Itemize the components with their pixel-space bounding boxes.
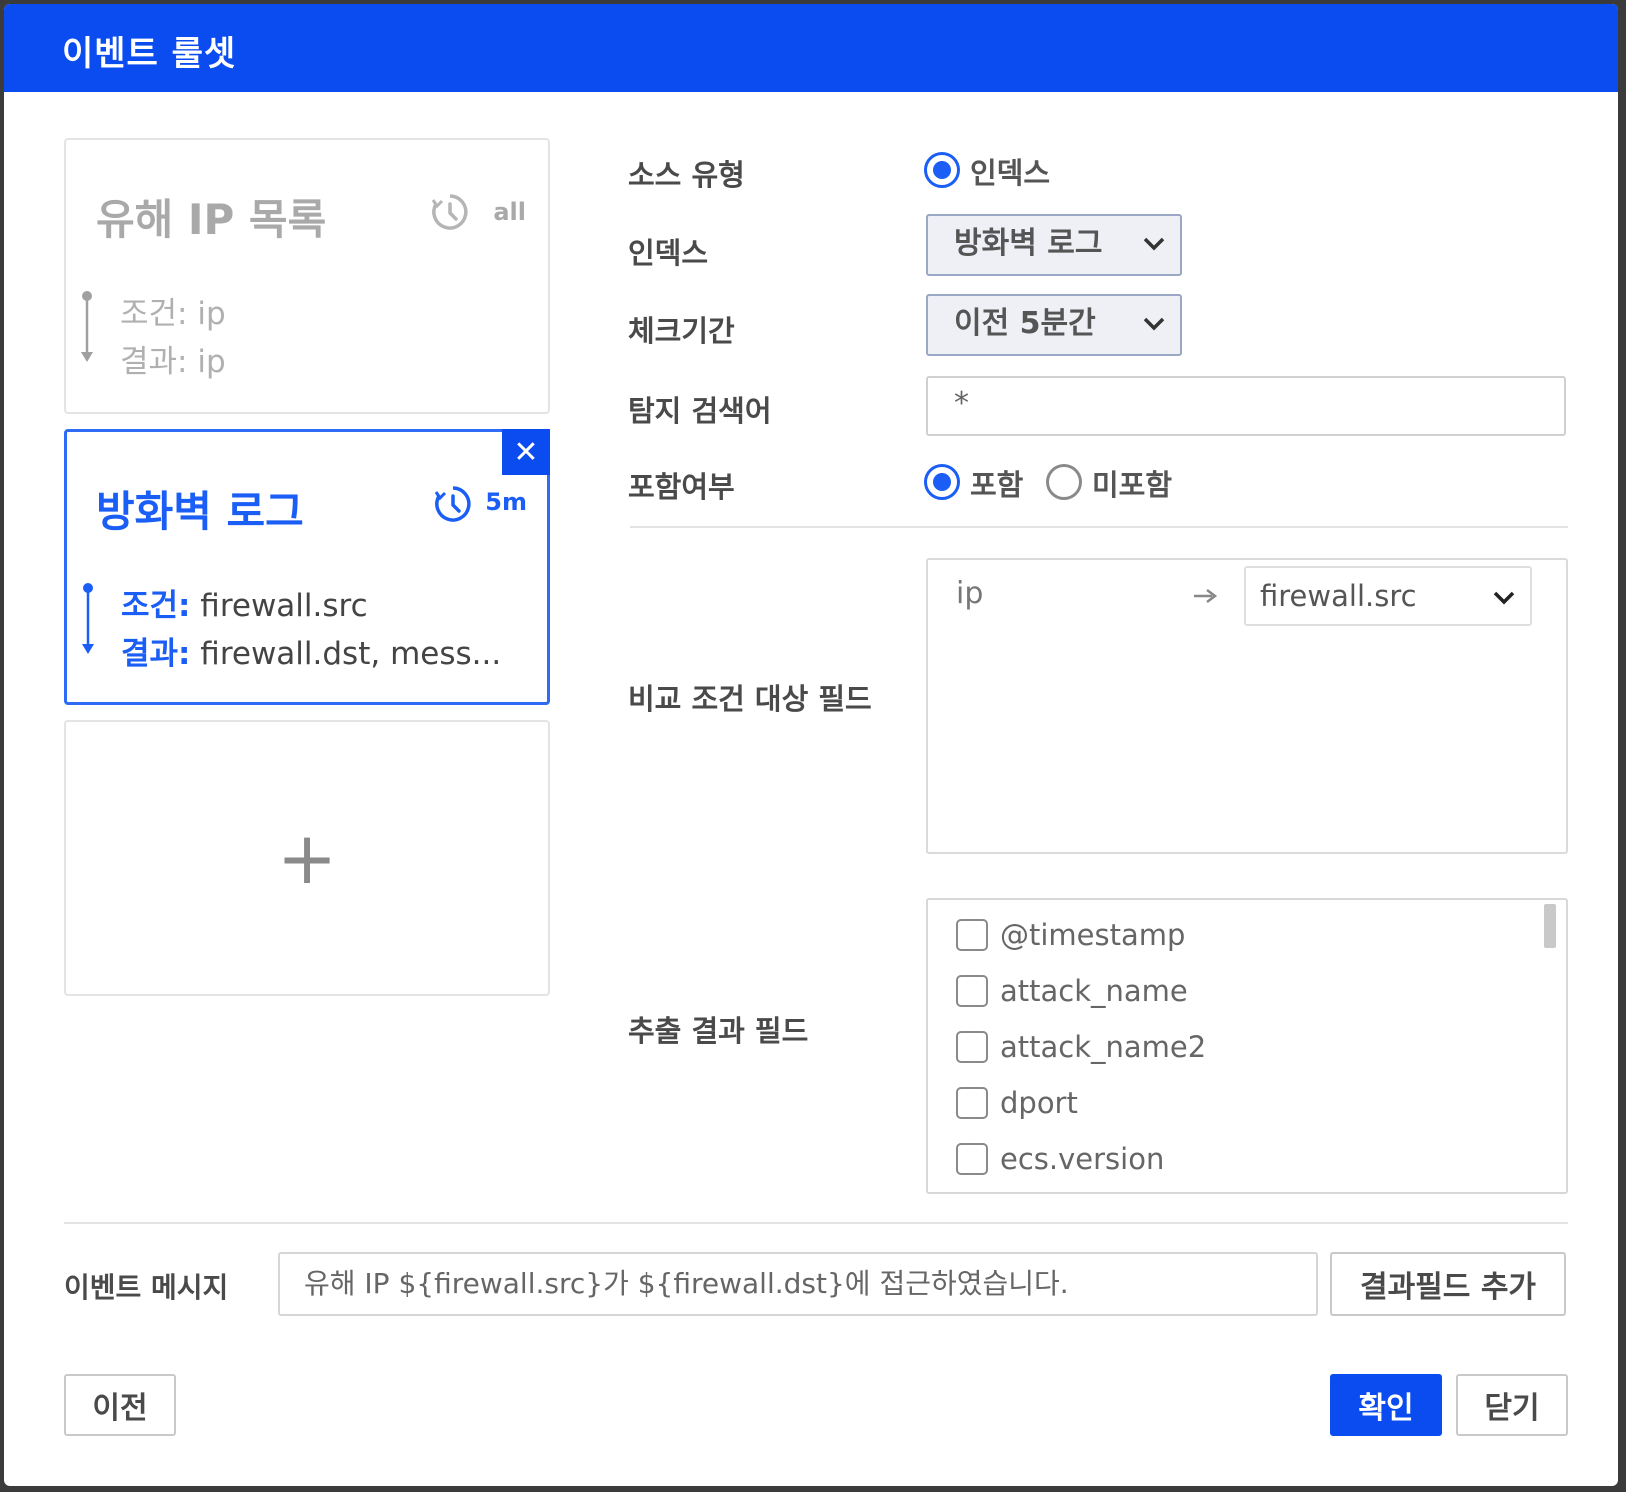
check-period-label: 체크기간 [628, 314, 735, 348]
clock-icon [434, 486, 471, 522]
plus-icon: + [276, 816, 338, 900]
dialog-title: 이벤트 룰셋 [62, 34, 237, 74]
check-period-select-value: 이전 5분간 [954, 306, 1096, 341]
arrow-right-icon [1194, 589, 1218, 603]
field-checkbox[interactable] [956, 1143, 988, 1175]
exclude-radio-label: 미포함 [1092, 468, 1173, 502]
event-ruleset-dialog: 이벤트 룰셋 유해 IP 목록 all 조건: ip 결과: ip ✕ 방화벽 … [4, 4, 1618, 1486]
index-select-value: 방화벽 로그 [954, 226, 1103, 261]
clock-icon [431, 194, 468, 230]
close-icon[interactable]: ✕ [502, 429, 550, 475]
event-message-input[interactable]: 유해 IP ${firewall.src}가 ${firewall.dst}에 … [278, 1252, 1318, 1316]
event-message-label: 이벤트 메시지 [64, 1271, 229, 1304]
rule-card-period: all [493, 198, 526, 226]
rule-card-title: 방화벽 로그 [96, 487, 304, 536]
rule-card-result: 결과: firewall.dst, mess... [121, 636, 502, 672]
include-radio-label: 포함 [970, 468, 1024, 502]
rule-card-harmful-ip[interactable]: 유해 IP 목록 all 조건: ip 결과: ip [64, 138, 550, 414]
relation-arrow-icon [81, 291, 93, 362]
rule-card-condition: 조건: ip [120, 296, 226, 332]
check-period-select[interactable]: 이전 5분간 [926, 294, 1182, 356]
compare-target-value: firewall.src [1260, 579, 1417, 613]
field-checkbox[interactable] [956, 975, 988, 1007]
list-item[interactable]: attack_name [956, 974, 1188, 1008]
rule-card-result: 결과: ip [120, 344, 226, 380]
list-item[interactable]: ecs.version [956, 1142, 1164, 1176]
message-divider [64, 1222, 1568, 1224]
form-divider [630, 526, 1568, 528]
rule-card-period: 5m [485, 488, 527, 516]
source-type-index-radio[interactable] [924, 152, 960, 188]
rule-card-firewall-log[interactable]: ✕ 방화벽 로그 5m 조건: firewall.src 결과: firewal… [64, 429, 550, 705]
add-rule-card[interactable]: + [64, 720, 550, 996]
dialog-titlebar: 이벤트 룰셋 [4, 4, 1618, 92]
rule-card-condition: 조건: firewall.src [121, 588, 368, 624]
relation-arrow-icon [82, 583, 94, 654]
list-item[interactable]: @timestamp [956, 918, 1185, 952]
extract-field-label: 추출 결과 필드 [628, 1014, 809, 1048]
search-query-label: 탐지 검색어 [628, 394, 772, 428]
prev-button[interactable]: 이전 [64, 1374, 176, 1436]
exclude-radio[interactable] [1046, 464, 1082, 500]
compare-source-field: ip [956, 576, 984, 611]
close-button[interactable]: 닫기 [1456, 1374, 1568, 1436]
field-checkbox[interactable] [956, 919, 988, 951]
include-radio[interactable] [924, 464, 960, 500]
source-type-index-label: 인덱스 [970, 156, 1051, 190]
index-label: 인덱스 [628, 236, 709, 270]
chevron-down-icon [1143, 317, 1165, 331]
compare-field-label: 비교 조건 대상 필드 [628, 682, 872, 716]
field-checkbox-label: @timestamp [1000, 918, 1186, 952]
list-item[interactable]: attack_name2 [956, 1030, 1206, 1064]
search-query-input[interactable]: * [926, 376, 1566, 436]
field-checkbox-label: dport [1000, 1086, 1078, 1120]
compare-target-select[interactable]: firewall.src [1244, 566, 1532, 626]
extract-field-list[interactable]: @timestamp attack_name attack_name2 dpor… [926, 898, 1568, 1194]
field-checkbox-label: attack_name2 [1000, 1030, 1207, 1064]
field-checkbox[interactable] [956, 1031, 988, 1063]
list-scrollbar[interactable] [1544, 904, 1556, 948]
source-type-label: 소스 유형 [628, 158, 745, 192]
confirm-button[interactable]: 확인 [1330, 1374, 1442, 1436]
field-checkbox[interactable] [956, 1087, 988, 1119]
chevron-down-icon [1493, 591, 1515, 605]
index-select[interactable]: 방화벽 로그 [926, 214, 1182, 276]
add-result-field-button[interactable]: 결과필드 추가 [1330, 1252, 1566, 1316]
list-item[interactable]: dport [956, 1086, 1078, 1120]
rule-card-title: 유해 IP 목록 [96, 195, 327, 244]
include-label: 포함여부 [628, 470, 735, 504]
field-checkbox-label: ecs.version [1000, 1142, 1165, 1176]
chevron-down-icon [1143, 237, 1165, 251]
field-checkbox-label: attack_name [1000, 974, 1188, 1008]
